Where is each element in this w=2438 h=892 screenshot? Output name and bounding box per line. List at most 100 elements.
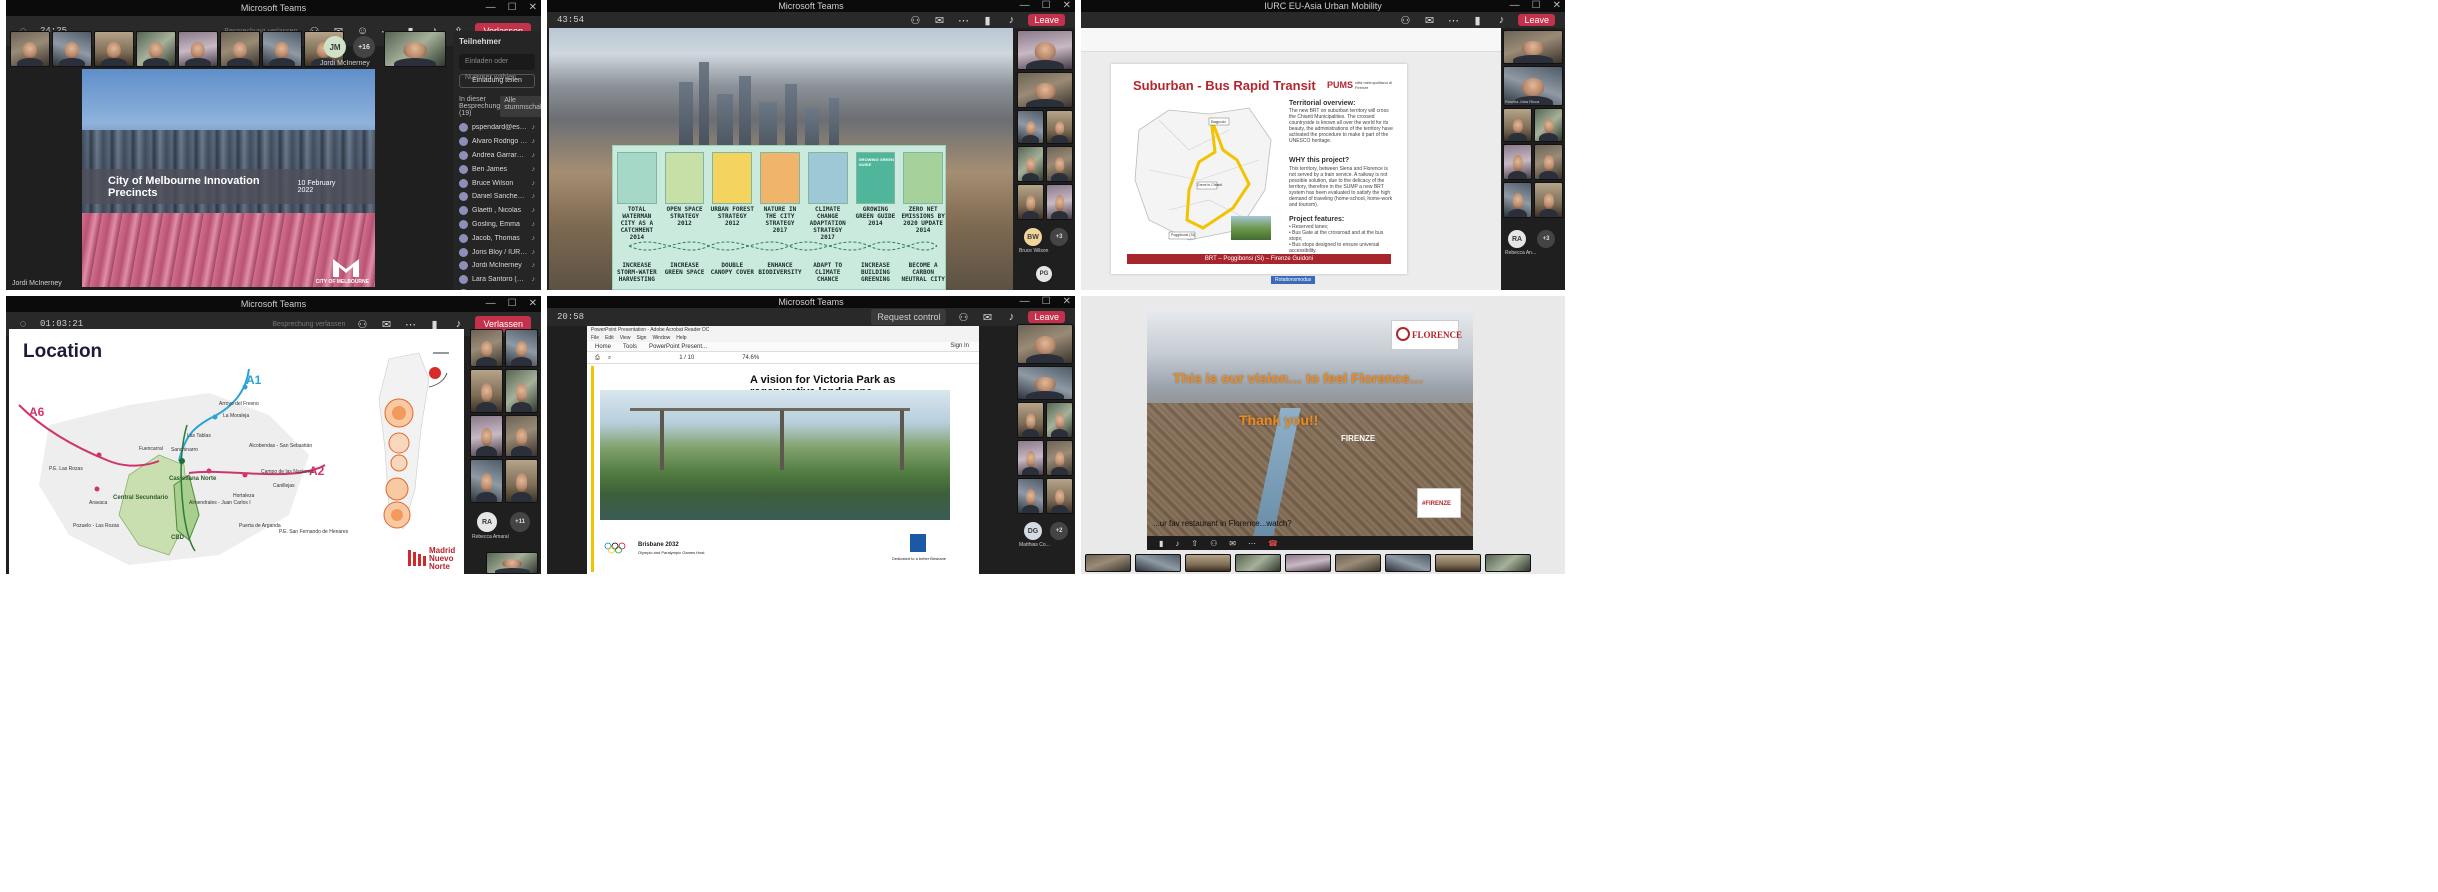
participant-video[interactable] [178,31,218,67]
menu-item[interactable]: Help [676,334,686,342]
participant-video[interactable] [486,552,538,574]
participant-video[interactable] [470,459,503,503]
page-indicator[interactable]: 1 / 10 [679,352,694,363]
mic-icon[interactable]: ♪ [1004,310,1018,324]
leave-button[interactable]: Leave [1518,14,1555,26]
more-participants-badge[interactable]: +3 [1537,230,1555,248]
participant-row[interactable]: Andrea Garrard-Fernandez♪ [453,149,541,163]
participant-video[interactable] [1485,554,1531,572]
participant-video[interactable] [505,329,538,367]
participant-video[interactable] [470,329,503,367]
participant-video[interactable] [52,31,92,67]
participant-row[interactable]: Joris Bloy / IURC (Gast)♪ [453,245,541,259]
participants-icon[interactable]: ⚇ [908,13,922,27]
mic-icon[interactable]: ♪ [1175,539,1179,548]
menu-item[interactable]: File [591,334,599,342]
chat-icon[interactable]: ✉ [932,13,946,27]
participant-video[interactable] [1017,110,1044,144]
avatar[interactable]: PG [1036,266,1052,282]
maximize-icon[interactable]: ☐ [1042,296,1051,308]
avatar[interactable]: RA [1508,230,1526,248]
more-icon[interactable]: ⋯ [1248,539,1256,548]
end-call-icon[interactable]: ☎ [1268,539,1278,548]
participants-icon[interactable]: ⚇ [1398,13,1412,27]
mic-icon[interactable]: ♪ [1004,13,1018,27]
leave-button[interactable]: Leave [1028,311,1065,323]
mic-icon[interactable]: ♪ [1494,13,1508,27]
maximize-icon[interactable]: ☐ [1042,0,1051,12]
participant-video[interactable] [1135,554,1181,572]
close-icon[interactable]: ✕ [1553,0,1561,12]
zoom-icon[interactable]: ⌕ [608,352,611,363]
participant-video[interactable] [1046,402,1073,438]
menu-item[interactable]: Sign [636,334,646,342]
close-icon[interactable]: ✕ [529,296,537,312]
participant-video[interactable] [1534,182,1563,218]
invite-search-input[interactable]: Einladen oder Nummer wählen [459,54,535,81]
avatar[interactable]: JM [324,36,346,58]
participant-row[interactable]: Bruce Wilson ♪ [453,176,541,190]
participant-video[interactable] [1017,184,1044,220]
menu-item[interactable]: Edit [605,334,614,342]
participant-video[interactable] [262,31,302,67]
participant-row[interactable]: pspendard@escomodba.de (Gast)♪ [453,121,541,135]
tab[interactable]: PowerPoint Present... [649,342,707,351]
menu-item[interactable]: View [620,334,631,342]
participant-row[interactable]: Jordi McInerney ♪ [453,259,541,273]
participant-video[interactable] [1046,110,1073,144]
participant-row[interactable]: Matthew Garcia, David♪ [453,287,541,290]
participant-video[interactable] [1046,146,1073,182]
participant-video[interactable] [1046,440,1073,476]
participant-video[interactable] [1503,144,1532,180]
participant-row[interactable]: Ben James ♪ [453,162,541,176]
more-participants-badge[interactable]: +16 [353,36,375,58]
tab[interactable]: Tools [623,342,637,351]
participant-video[interactable] [1046,478,1073,514]
participant-video[interactable] [1503,182,1532,218]
avatar[interactable]: DG [1024,522,1042,540]
maximize-icon[interactable]: ☐ [508,0,517,16]
sign-in-button[interactable]: Sign In [950,343,969,349]
chat-icon[interactable]: ✉ [1229,539,1236,548]
participant-video[interactable] [1017,366,1073,400]
participant-row[interactable]: Daniel Sanchez, Javier♪ [453,190,541,204]
minimize-icon[interactable]: — [486,296,496,312]
maximize-icon[interactable]: ☐ [508,296,517,312]
participant-row[interactable]: Gosling, Emma ♪ [453,218,541,232]
participant-video[interactable] [1017,72,1073,108]
mute-all-button[interactable]: Alle stummschalten [500,96,541,117]
participant-video[interactable] [1335,554,1381,572]
participant-video[interactable] [505,369,538,413]
menu-item[interactable]: Window [652,334,670,342]
close-icon[interactable]: ✕ [529,0,537,16]
participants-icon[interactable]: ⚇ [956,310,970,324]
participant-video[interactable] [1085,554,1131,572]
participant-row[interactable]: Glaetti , Nicolas ♪ [453,204,541,218]
participant-video[interactable] [1534,108,1563,142]
print-icon[interactable]: ⎙ [595,352,600,363]
participant-video[interactable] [470,369,503,413]
avatar[interactable]: BW [1024,228,1042,246]
more-icon[interactable]: ⋯ [1446,13,1460,27]
participant-video[interactable] [1503,108,1532,142]
close-icon[interactable]: ✕ [1063,296,1071,308]
participant-video[interactable] [1017,440,1044,476]
participant-video[interactable] [505,415,538,457]
close-icon[interactable]: ✕ [1063,0,1071,12]
zoom-level[interactable]: 74.6% [742,352,759,363]
more-participants-badge[interactable]: +2 [1050,522,1068,540]
participant-video[interactable] [1046,184,1073,220]
more-participants-badge[interactable]: +11 [510,512,530,532]
participant-video[interactable] [1385,554,1431,572]
minimize-icon[interactable]: — [1020,296,1030,308]
participant-video[interactable] [1017,146,1044,182]
more-participants-badge[interactable]: +3 [1050,228,1068,246]
participant-video[interactable] [1534,144,1563,180]
camera-icon[interactable]: ▮ [1159,539,1163,548]
participant-video[interactable] [1435,554,1481,572]
tab[interactable]: Home [595,342,611,351]
participant-video[interactable] [1017,30,1073,70]
participants-icon[interactable]: ⚇ [1210,539,1217,548]
chat-icon[interactable]: ✉ [980,310,994,324]
participant-video[interactable] [1185,554,1231,572]
